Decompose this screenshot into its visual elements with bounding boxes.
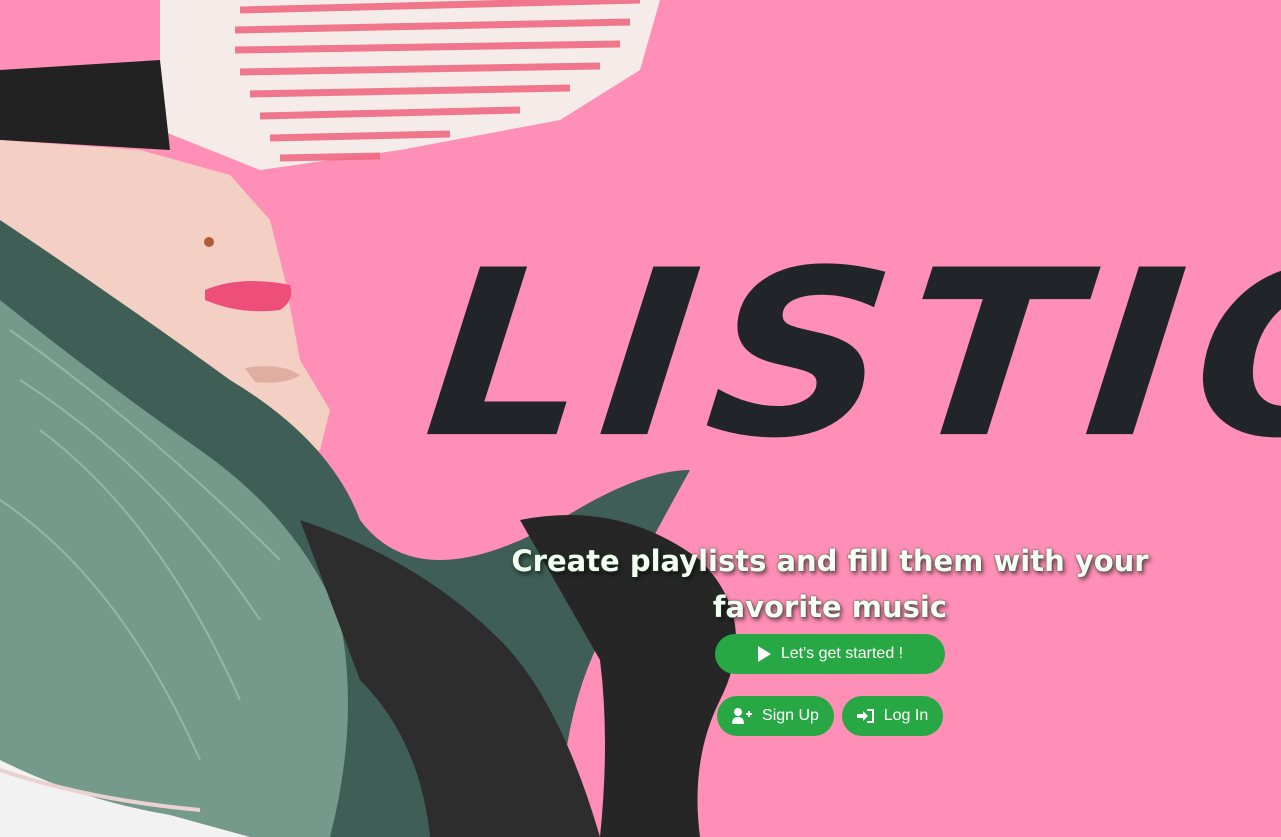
app-logo: Listio <box>415 220 1281 489</box>
log-in-button[interactable]: Log In <box>842 696 943 736</box>
sign-up-label: Sign Up <box>762 707 819 724</box>
sign-in-icon <box>856 709 874 723</box>
log-in-label: Log In <box>883 707 929 724</box>
sign-up-button[interactable]: Sign Up <box>717 696 834 736</box>
user-plus-icon <box>732 708 753 724</box>
hero-content: Listio Create playlists and fill them wi… <box>380 221 1281 630</box>
play-icon <box>757 646 771 662</box>
tagline: Create playlists and fill them with your… <box>511 544 1149 624</box>
hero-section: Listio Create playlists and fill them wi… <box>0 0 1281 837</box>
get-started-label: Let's get started ! <box>780 645 904 662</box>
get-started-button[interactable]: Let's get started ! <box>715 634 945 674</box>
